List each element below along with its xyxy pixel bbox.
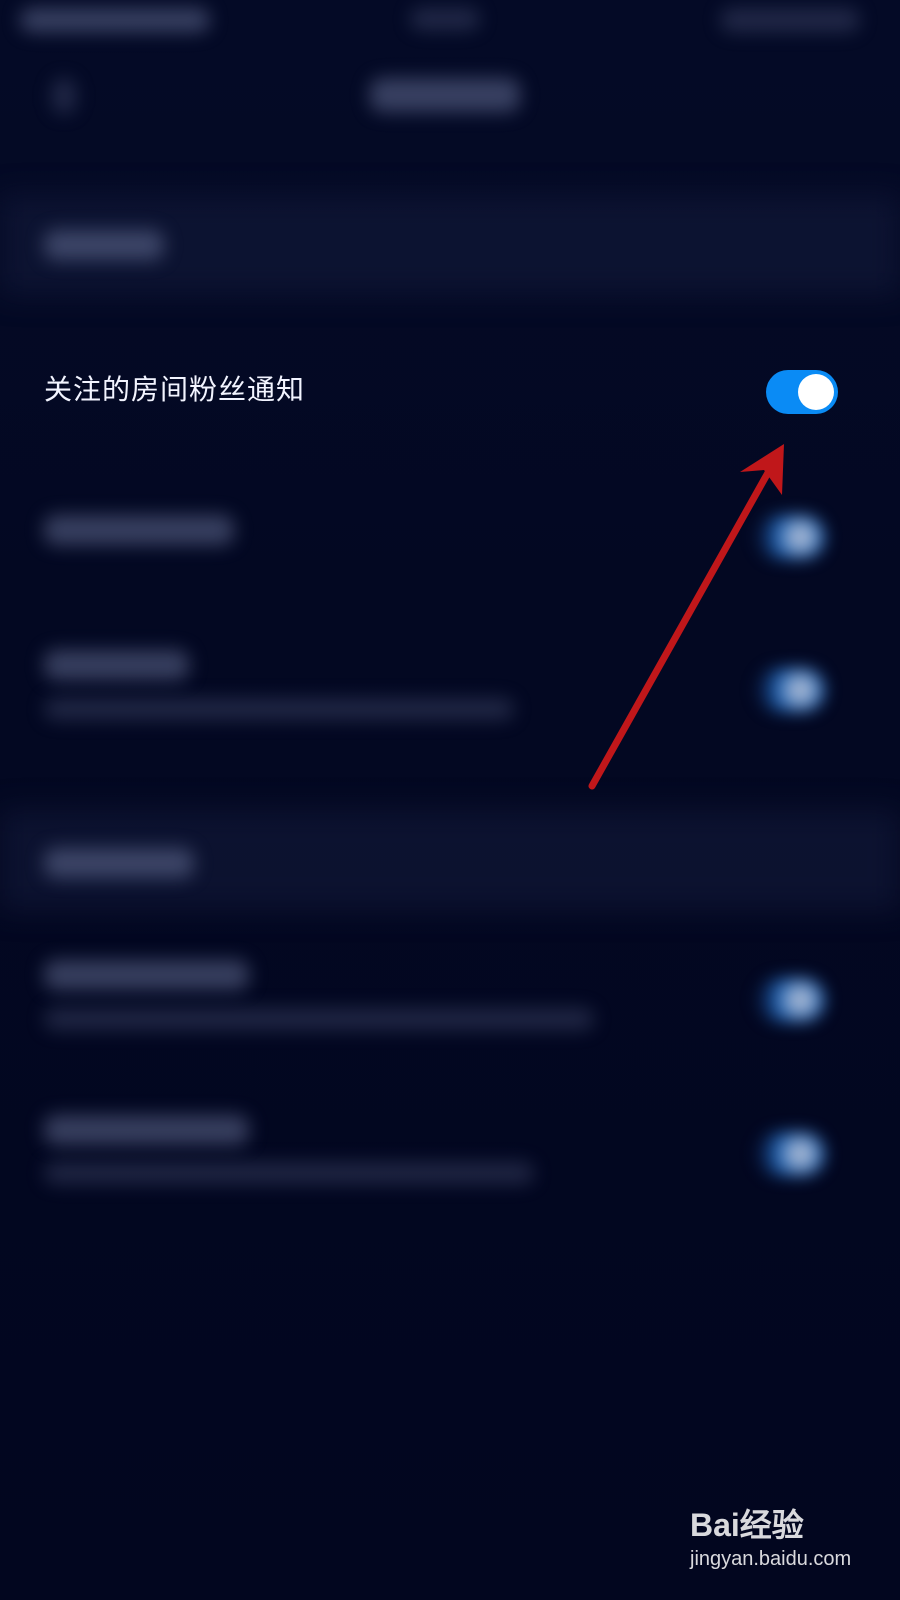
setting-label: 关注的房间粉丝通知: [44, 373, 306, 406]
arrow-shaft: [588, 458, 778, 790]
blurred-status-time: [20, 8, 210, 32]
watermark-url: jingyan.baidu.com: [690, 1548, 852, 1570]
blurred-row-desc-5: [44, 1162, 534, 1184]
toggle-knob: [798, 374, 834, 410]
blurred-section-title-2: [44, 848, 194, 878]
baidu-jingyan-watermark: Bai经验 jingyan.baidu.com: [690, 1500, 890, 1590]
setting-row-followed-room-fan-notification: 关注的房间粉丝通知: [0, 350, 900, 430]
blurred-row-label-2: [44, 515, 234, 545]
screen: 关注的房间粉丝通知 Bai经验 jingyan.baidu.com: [0, 0, 900, 1600]
blurred-toggle-4[interactable]: [755, 978, 825, 1022]
blurred-status-center: [410, 8, 480, 30]
followed-room-fan-notification-toggle[interactable]: [766, 370, 838, 414]
blurred-toggle-5[interactable]: [755, 1132, 825, 1176]
blurred-section-title-1: [44, 230, 164, 260]
watermark-brand: Bai经验: [690, 1507, 804, 1543]
blurred-back-button[interactable]: [52, 78, 76, 114]
blurred-row-label-5: [44, 1115, 249, 1145]
arrow-head: [740, 444, 784, 495]
blurred-status-icons: [720, 8, 860, 32]
blurred-toggle-3[interactable]: [755, 668, 825, 712]
blurred-row-label-3: [44, 650, 189, 680]
blurred-page-title: [370, 78, 520, 112]
blurred-toggle-2[interactable]: [755, 515, 825, 559]
blurred-row-label-4: [44, 960, 249, 990]
blurred-row-desc-3: [44, 698, 514, 720]
blurred-row-desc-4: [44, 1008, 594, 1030]
